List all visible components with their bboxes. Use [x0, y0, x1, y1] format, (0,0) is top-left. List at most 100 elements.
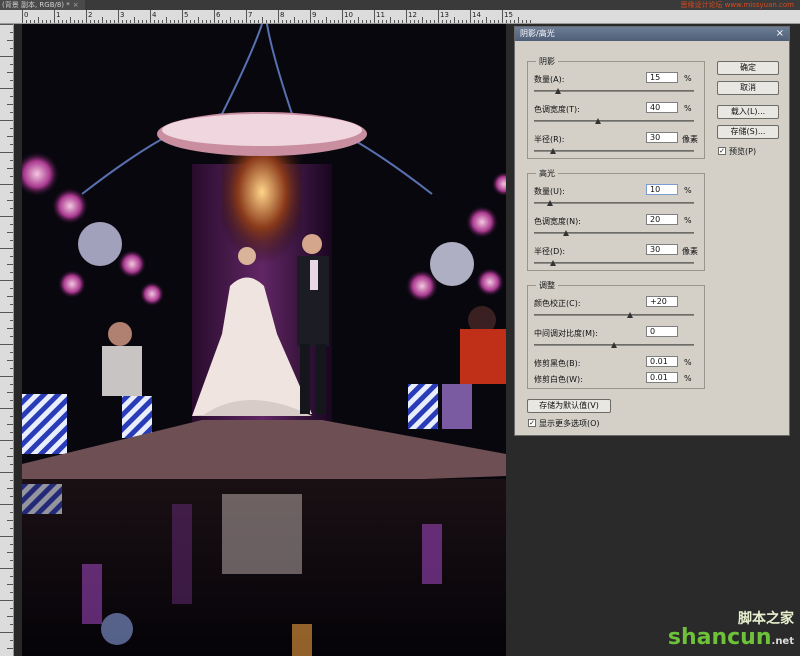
ruler-tick: [0, 440, 13, 441]
black-clip-input[interactable]: 0.01: [646, 356, 678, 367]
ruler-major-tick: [150, 10, 151, 23]
ruler-tick: [10, 432, 13, 433]
ruler-minor-tick: [226, 20, 227, 23]
save-button[interactable]: 存储(S)...: [717, 125, 779, 139]
slider-thumb[interactable]: [547, 200, 553, 206]
shadows-group: 阴影 数量(A): 15 % 色调宽度(T): 40 % 半径(R): 30 像…: [527, 56, 705, 159]
slider-thumb[interactable]: [555, 88, 561, 94]
ruler-tick: [7, 456, 13, 457]
ruler-minor-tick: [130, 20, 131, 23]
save-as-default-button[interactable]: 存储为默认值(V): [527, 399, 611, 413]
highlight-radius-input[interactable]: 30: [646, 244, 678, 255]
image-canvas[interactable]: [22, 24, 506, 656]
shadow-radius-slider[interactable]: [534, 148, 694, 154]
slider-thumb[interactable]: [563, 230, 569, 236]
cancel-button[interactable]: 取消: [717, 81, 779, 95]
shadows-group-title: 阴影: [536, 56, 558, 67]
close-icon[interactable]: ×: [73, 1, 79, 9]
ruler-minor-tick: [158, 20, 159, 23]
white-clip-unit: %: [684, 374, 692, 383]
ruler-minor-tick: [202, 20, 203, 23]
ruler-tick: [10, 512, 13, 513]
shadow-radius-input[interactable]: 30: [646, 132, 678, 143]
ruler-minor-tick: [354, 20, 355, 23]
highlight-amount-unit: %: [684, 186, 692, 195]
highlight-tonal-width-slider[interactable]: [534, 230, 694, 236]
ruler-tick: [0, 24, 13, 25]
ruler-major-tick: [406, 10, 407, 23]
ruler-major-tick: [214, 10, 215, 23]
ruler-minor-tick: [458, 20, 459, 23]
slider-thumb[interactable]: [611, 342, 617, 348]
shadow-amount-unit: %: [684, 74, 692, 83]
color-correction-input[interactable]: +20: [646, 296, 678, 307]
show-more-options-checkbox[interactable]: ✓: [528, 419, 536, 427]
ruler-minor-tick: [186, 20, 187, 23]
shadow-tonal-width-slider[interactable]: [534, 118, 694, 124]
ruler-minor-tick: [414, 20, 415, 23]
ruler-minor-tick: [514, 20, 515, 23]
ruler-minor-tick: [58, 20, 59, 23]
shadow-tonal-width-input[interactable]: 40: [646, 102, 678, 113]
ruler-minor-tick: [346, 20, 347, 23]
ruler-major-tick: [22, 10, 23, 23]
white-clip-input[interactable]: 0.01: [646, 372, 678, 383]
ruler-label: 12: [408, 11, 417, 19]
color-correction-slider[interactable]: [534, 312, 694, 318]
highlight-amount-slider[interactable]: [534, 200, 694, 206]
highlight-radius-slider[interactable]: [534, 260, 694, 266]
ruler-minor-tick: [114, 20, 115, 23]
midtone-contrast-input[interactable]: 0: [646, 326, 678, 337]
highlight-amount-input[interactable]: 10: [646, 184, 678, 195]
ruler-minor-tick: [362, 20, 363, 23]
ruler-minor-tick: [286, 20, 287, 23]
ruler-tick: [0, 152, 13, 153]
black-clip-label: 修剪黑色(B):: [534, 359, 581, 368]
ruler-tick: [0, 184, 13, 185]
preview-checkbox[interactable]: ✓: [718, 147, 726, 155]
ruler-major-tick: [118, 10, 119, 23]
slider-thumb[interactable]: [627, 312, 633, 318]
shadow-radius-unit: 像素: [682, 135, 698, 144]
ruler-minor-tick: [370, 20, 371, 23]
ruler-tick: [10, 64, 13, 65]
dialog-titlebar[interactable]: 阴影/高光 ×: [515, 27, 789, 41]
ruler-minor-tick: [198, 17, 199, 23]
ruler-label: 9: [312, 11, 317, 19]
ruler-major-tick: [182, 10, 183, 23]
ruler-minor-tick: [66, 20, 67, 23]
slider-thumb[interactable]: [550, 148, 557, 154]
slider-thumb[interactable]: [595, 118, 601, 124]
ruler-tick: [7, 520, 13, 521]
ok-button[interactable]: 确定: [717, 61, 779, 75]
ruler-tick: [10, 288, 13, 289]
ruler-major-tick: [54, 10, 55, 23]
ruler-tick: [10, 368, 13, 369]
ruler-minor-tick: [390, 17, 391, 23]
ruler-minor-tick: [270, 20, 271, 23]
ruler-tick: [10, 96, 13, 97]
ruler-minor-tick: [230, 17, 231, 23]
document-tab[interactable]: (背景 副本, RGB/8) * ×: [0, 0, 85, 10]
ruler-minor-tick: [430, 20, 431, 23]
highlight-tonal-width-input[interactable]: 20: [646, 214, 678, 225]
load-button[interactable]: 载入(L)...: [717, 105, 779, 119]
shadow-amount-slider[interactable]: [534, 88, 694, 94]
ruler-minor-tick: [294, 17, 295, 23]
ruler-minor-tick: [30, 20, 31, 23]
close-icon[interactable]: ×: [776, 27, 784, 41]
ruler-tick: [0, 56, 13, 57]
ruler-tick: [7, 200, 13, 201]
ruler-minor-tick: [426, 20, 427, 23]
shadow-radius-label: 半径(R):: [534, 135, 565, 144]
ruler-minor-tick: [98, 20, 99, 23]
ruler-tick: [0, 312, 13, 313]
slider-thumb[interactable]: [550, 260, 557, 266]
ruler-tick: [10, 416, 13, 417]
midtone-contrast-slider[interactable]: [534, 342, 694, 348]
ruler-tick: [10, 48, 13, 49]
ruler-tick: [0, 536, 13, 537]
ruler-minor-tick: [78, 20, 79, 23]
shadow-amount-input[interactable]: 15: [646, 72, 678, 83]
ruler-tick: [10, 256, 13, 257]
